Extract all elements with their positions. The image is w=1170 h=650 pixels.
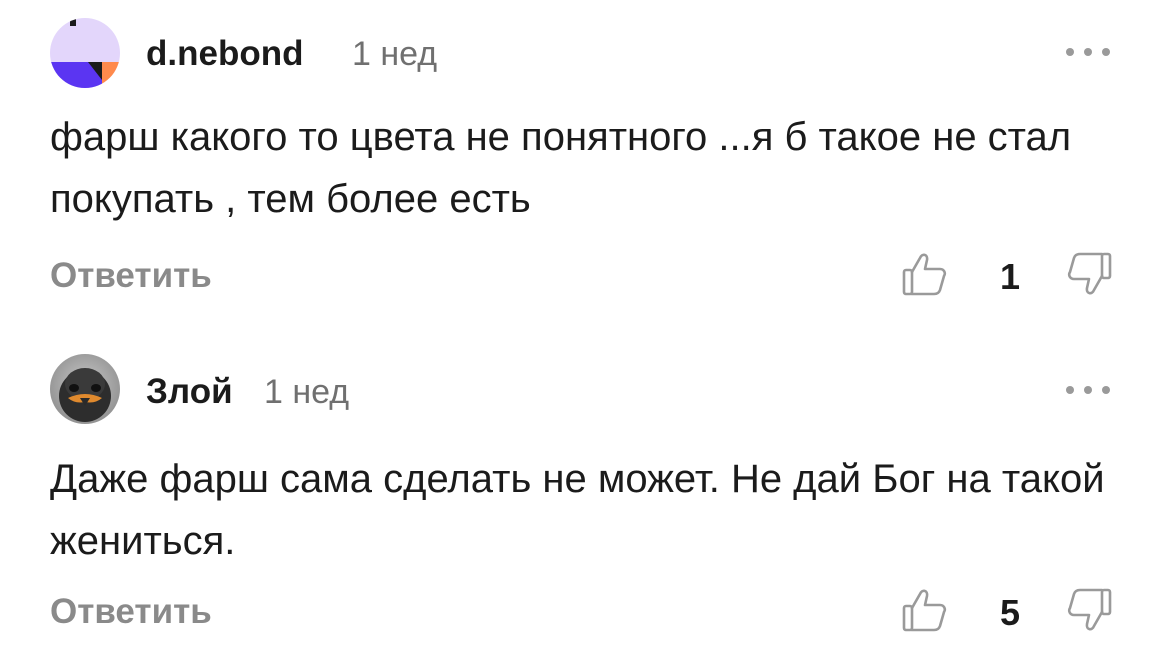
more-options-icon[interactable] bbox=[1064, 384, 1112, 396]
author-name[interactable]: d.nebond bbox=[146, 34, 303, 74]
reply-button[interactable]: Ответить bbox=[50, 256, 212, 296]
thumbs-up-icon[interactable] bbox=[898, 584, 950, 636]
likes-count: 1 bbox=[999, 256, 1021, 297]
bird-avatar-icon bbox=[50, 354, 120, 424]
timestamp: 1 нед bbox=[264, 373, 350, 411]
avatar[interactable] bbox=[50, 18, 120, 88]
thumbs-down-icon[interactable] bbox=[1064, 584, 1116, 636]
avatar[interactable] bbox=[50, 354, 120, 424]
abstract-avatar-icon bbox=[50, 18, 120, 88]
reply-button[interactable]: Ответить bbox=[50, 592, 212, 632]
comment-text: Даже фарш сама сделать не может. Не дай … bbox=[50, 457, 1105, 563]
more-options-icon[interactable] bbox=[1064, 46, 1112, 58]
author-name[interactable]: Злой bbox=[146, 372, 233, 412]
thumbs-down-icon[interactable] bbox=[1064, 248, 1116, 300]
likes-count: 5 bbox=[999, 592, 1021, 633]
comment-text: фарш какого то цвета не понятного ...я б… bbox=[50, 115, 1072, 221]
timestamp: 1 нед bbox=[352, 35, 438, 73]
thumbs-up-icon[interactable] bbox=[898, 248, 950, 300]
